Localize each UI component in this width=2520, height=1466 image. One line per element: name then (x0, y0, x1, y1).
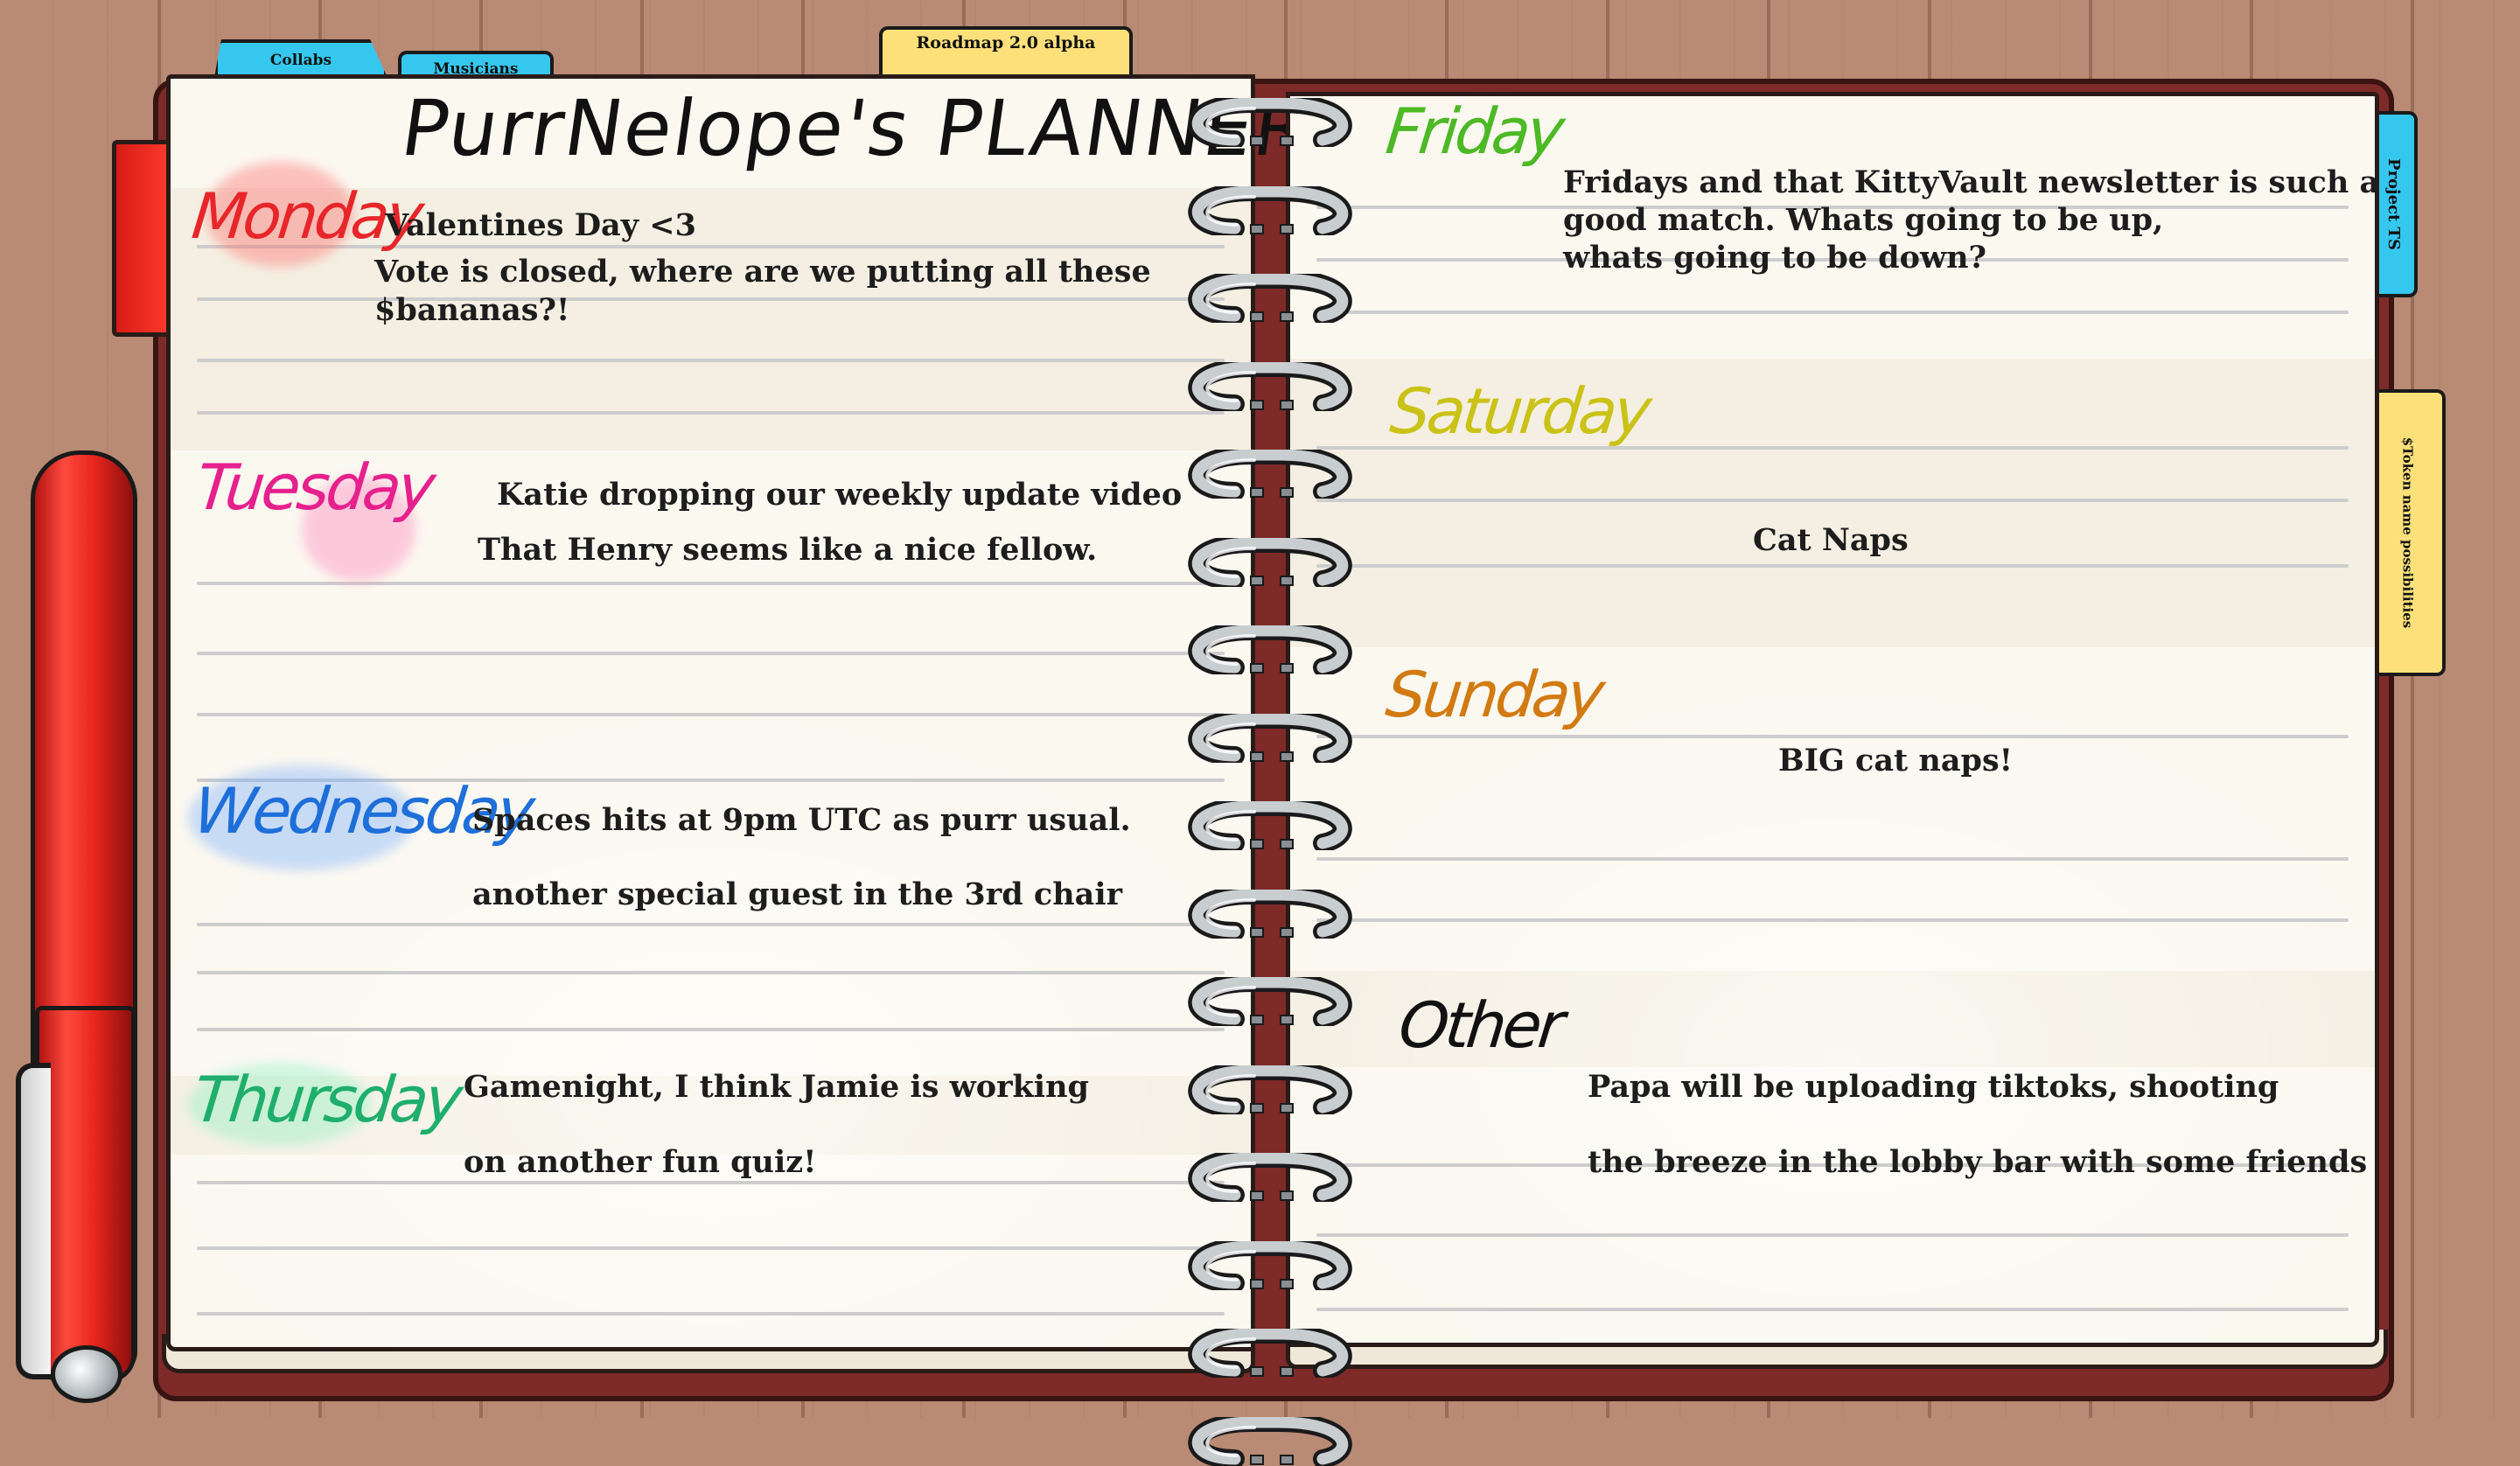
friday-entry-2: good match. Whats going to be up, (1563, 202, 2164, 238)
tuesday-entry-1: Katie dropping our weekly update video (497, 477, 1183, 513)
monday-entry-2: Vote is closed, where are we putting all… (374, 254, 1151, 290)
ruled-line (197, 359, 1225, 362)
monday-entry-3: $bananas?! (374, 292, 570, 328)
ruled-line (1316, 564, 2349, 568)
spiral-ring (1188, 361, 1352, 411)
tab-token-names-label: $Token name possibilities (2399, 436, 2415, 629)
pen-clip (16, 1063, 51, 1379)
spiral-ring (1188, 185, 1352, 235)
ruled-line (197, 1028, 1225, 1031)
spiral-ring (1188, 977, 1352, 1026)
day-label-sunday: Sunday (1382, 658, 1605, 731)
ruled-line (197, 971, 1225, 974)
day-label-thursday: Thursday (190, 1063, 464, 1136)
day-label-tuesday: Tuesday (192, 450, 436, 524)
ruled-line (197, 297, 1225, 301)
friday-entry-1: Fridays and that KittyVault newsletter i… (1563, 164, 2380, 200)
ruled-line (197, 411, 1225, 415)
ruled-line (197, 582, 1225, 585)
day-label-friday: Friday (1382, 94, 1565, 168)
thursday-entry-2: on another fun quiz! (464, 1144, 817, 1180)
spiral-ring (1188, 889, 1352, 939)
spiral-ring (1188, 450, 1352, 499)
spiral-ring (1188, 1153, 1352, 1202)
ruled-line (1316, 735, 2349, 738)
monday-entry-1: Valentines Day <3 (385, 207, 696, 243)
pen-tip (51, 1345, 122, 1403)
ruled-line (1316, 857, 2349, 861)
tab-collabs-label: Collabs (269, 52, 332, 69)
saturday-entry-1: Cat Naps (1753, 522, 1909, 558)
ruled-line (197, 713, 1225, 716)
ruled-line (197, 923, 1225, 926)
wednesday-entry-2: another special guest in the 3rd chair (472, 876, 1123, 912)
spiral-ring (1188, 1416, 1352, 1466)
spiral-ring (1188, 713, 1352, 763)
red-bookmark-tab[interactable] (112, 140, 171, 337)
ruled-line (1316, 1233, 2349, 1237)
tuesday-entry-2: That Henry seems like a nice fellow. (478, 532, 1098, 568)
ruled-line (197, 652, 1225, 655)
spiral-ring (1188, 537, 1352, 587)
ruled-line (1316, 499, 2349, 502)
other-entry-2: the breeze in the lobby bar with some fr… (1588, 1144, 2368, 1180)
tab-roadmap-label: Roadmap 2.0 alpha (916, 33, 1096, 52)
tab-project-ts-label: Project TS (2384, 158, 2403, 250)
tab-token-names[interactable]: $Token name possibilities (2372, 389, 2446, 676)
friday-entry-3: whats going to be down? (1563, 240, 1987, 276)
thursday-entry-1: Gamenight, I think Jamie is working (464, 1069, 1090, 1105)
day-label-saturday: Saturday (1386, 374, 1652, 448)
tab-collabs[interactable]: Collabs (214, 39, 387, 78)
spiral-ring (1188, 98, 1352, 147)
tab-roadmap[interactable]: Roadmap 2.0 alpha (879, 26, 1133, 75)
ruled-line (1316, 918, 2349, 922)
wednesday-entry-1: Spaces hits at 9pm UTC as purr usual. (472, 802, 1131, 838)
ruled-line (197, 1246, 1225, 1250)
spiral-ring (1188, 801, 1352, 850)
other-entry-1: Papa will be uploading tiktoks, shooting (1588, 1069, 2279, 1105)
spiral-ring (1188, 274, 1352, 323)
ruled-line (197, 1312, 1225, 1316)
spiral-ring (1188, 1329, 1352, 1378)
sunday-entry-1: BIG cat naps! (1778, 743, 2014, 778)
page-band (171, 446, 1251, 447)
planner-title: PurrNelope's PLANNER (395, 83, 1316, 173)
spiral-ring (1188, 625, 1352, 674)
ruled-line (1316, 311, 2349, 314)
ruled-line (1316, 1308, 2349, 1311)
spiral-ring (1188, 1065, 1352, 1114)
spiral-ring (1188, 1240, 1352, 1290)
day-label-other: Other (1395, 988, 1565, 1062)
